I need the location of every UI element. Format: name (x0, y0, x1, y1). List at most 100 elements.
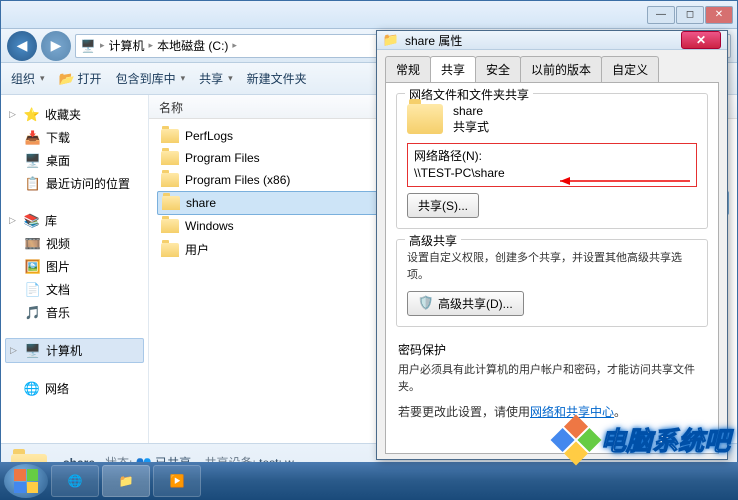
watermark-text: 电脑系统吧 (600, 421, 730, 458)
toolbar-open-label: 打开 (78, 70, 102, 87)
password-protection-group: 密码保护 用户必须具有此计算机的用户帐户和密码，才能访问共享文件夹。 若要更改此… (396, 337, 708, 433)
file-name: Program Files (x86) (185, 173, 290, 187)
taskbar-media[interactable]: ▶️ (153, 465, 201, 497)
sidebar-item-pictures[interactable]: 🖼️ 图片 (5, 255, 144, 278)
sidebar-favorites[interactable]: ▷ ⭐ 收藏夹 (5, 103, 144, 126)
tab-security[interactable]: 安全 (475, 56, 521, 82)
toolbar-organize[interactable]: 组织 (11, 70, 45, 87)
sidebar-network-label: 网络 (45, 380, 69, 397)
taskbar: 🌐 📁 ▶️ (0, 462, 738, 500)
taskbar-ie[interactable]: 🌐 (51, 465, 99, 497)
toolbar-new-folder[interactable]: 新建文件夹 (247, 70, 307, 87)
tab-content: 网络文件和文件夹共享 share 共享式 网络路径(N): \\TEST-PC\… (385, 82, 719, 454)
dialog-tabs: 常规 共享 安全 以前的版本 自定义 (377, 50, 727, 82)
disclosure-icon: ▷ (9, 109, 19, 120)
folder-icon (161, 243, 179, 257)
network-sharing-group: 网络文件和文件夹共享 share 共享式 网络路径(N): \\TEST-PC\… (396, 93, 708, 229)
picture-icon: 🖼️ (25, 259, 41, 275)
music-icon: 🎵 (25, 305, 41, 321)
dialog-titlebar[interactable]: 📁 share 属性 ✕ (377, 31, 727, 50)
toolbar-open[interactable]: 📂打开 (59, 70, 102, 87)
folder-icon (161, 129, 179, 143)
sidebar-item-recent[interactable]: 📋最近访问的位置 (5, 172, 144, 195)
library-icon: 📚 (24, 213, 40, 229)
password-protection-desc: 用户必须具有此计算机的用户帐户和密码，才能访问共享文件夹。 (398, 362, 706, 397)
folder-icon (161, 151, 179, 165)
recent-icon: 📋 (25, 176, 41, 192)
sidebar-item-music[interactable]: 🎵 音乐 (5, 301, 144, 324)
video-icon: 🎞️ (25, 236, 41, 252)
watermark-logo-icon (551, 414, 602, 465)
pwd-change-suffix: 。 (614, 405, 626, 419)
sidebar-item-desktop[interactable]: 🖥️ 桌面 (5, 149, 144, 172)
sidebar-item-videos[interactable]: 🎞️ 视频 (5, 232, 144, 255)
network-icon: 🌐 (24, 381, 40, 397)
sidebar-item-label: 文档 (46, 281, 70, 298)
breadcrumb-computer[interactable]: 计算机 (109, 37, 145, 54)
share-name: share (453, 104, 489, 118)
watermark: 电脑系统吧 (558, 421, 730, 458)
advanced-sharing-desc: 设置自定义权限，创建多个共享，并设置其他高级共享选项。 (407, 250, 697, 285)
disclosure-icon: ▷ (9, 215, 19, 226)
open-icon: 📂 (59, 71, 75, 87)
minimize-button[interactable]: — (647, 6, 675, 24)
sidebar-libraries[interactable]: ▷📚库 (5, 209, 144, 232)
start-button[interactable] (4, 464, 48, 498)
tab-custom[interactable]: 自定义 (601, 56, 659, 82)
computer-icon: 🖥️ (80, 38, 96, 54)
shield-icon: 🛡️ (418, 295, 434, 311)
folder-icon: 📁 (383, 32, 399, 48)
sidebar-item-downloads[interactable]: 📥下载 (5, 126, 144, 149)
sidebar-item-label: 音乐 (46, 304, 70, 321)
file-name: Program Files (185, 151, 260, 165)
file-name: 用户 (185, 241, 209, 258)
computer-icon: 🖥️ (25, 343, 41, 359)
dialog-title: share 属性 (405, 32, 462, 49)
titlebar: — ◻ ✕ (1, 1, 737, 29)
tab-general[interactable]: 常规 (385, 56, 431, 82)
file-name: PerfLogs (185, 129, 233, 143)
share-folder-icon (407, 104, 443, 134)
advanced-sharing-label: 高级共享 (405, 232, 461, 249)
share-button[interactable]: 共享(S)... (407, 193, 479, 218)
back-button[interactable]: ◀ (7, 31, 37, 61)
close-button[interactable]: ✕ (705, 6, 733, 24)
toolbar-share[interactable]: 共享 (199, 70, 233, 87)
sidebar-item-label: 视频 (46, 235, 70, 252)
chevron-right-icon: ▸ (149, 40, 154, 51)
annotation-arrow (560, 175, 700, 187)
chevron-right-icon: ▸ (232, 40, 237, 51)
forward-button[interactable]: ▶ (41, 31, 71, 61)
sidebar-network[interactable]: 🌐 网络 (5, 377, 144, 400)
disclosure-icon: ▷ (10, 345, 20, 356)
file-name: share (186, 196, 216, 210)
sidebar: ▷⭐收藏夹 📥下载 🖥️桌面 📋最近访问的位置 ▷📚库 🎞️视频 🖼️图片 📄文… (1, 95, 149, 443)
explorer-icon: 📁 (119, 474, 134, 488)
taskbar-explorer[interactable]: 📁 (102, 465, 150, 497)
sidebar-favorites-label: 收藏夹 (45, 106, 81, 123)
folder-icon (161, 219, 179, 233)
advanced-sharing-group: 高级共享 设置自定义权限，创建多个共享，并设置其他高级共享选项。 🛡️高级共享(… (396, 239, 708, 327)
sidebar-item-label: 桌面 (46, 152, 70, 169)
toolbar-include[interactable]: 包含到库中 (116, 70, 186, 87)
sidebar-computer[interactable]: ▷ 🖥️ 计算机 (5, 338, 144, 363)
document-icon: 📄 (25, 282, 41, 298)
path-label: 网络路径(N): (414, 148, 690, 165)
download-icon: 📥 (25, 130, 41, 146)
desktop-icon: 🖥️ (25, 153, 41, 169)
folder-icon (161, 173, 179, 187)
advanced-sharing-button[interactable]: 🛡️高级共享(D)... (407, 291, 524, 316)
sidebar-item-label: 图片 (46, 258, 70, 275)
maximize-button[interactable]: ◻ (676, 6, 704, 24)
sidebar-item-documents[interactable]: 📄 文档 (5, 278, 144, 301)
star-icon: ⭐ (24, 107, 40, 123)
folder-icon (162, 196, 180, 210)
tab-previous[interactable]: 以前的版本 (520, 56, 602, 82)
window-controls: — ◻ ✕ (647, 6, 733, 24)
file-name: Windows (185, 219, 234, 233)
sidebar-computer-label: 计算机 (46, 342, 82, 359)
breadcrumb-drive[interactable]: 本地磁盘 (C:) (157, 37, 228, 54)
dialog-close-button[interactable]: ✕ (681, 31, 721, 49)
media-icon: ▶️ (170, 474, 185, 488)
tab-sharing[interactable]: 共享 (430, 56, 476, 82)
